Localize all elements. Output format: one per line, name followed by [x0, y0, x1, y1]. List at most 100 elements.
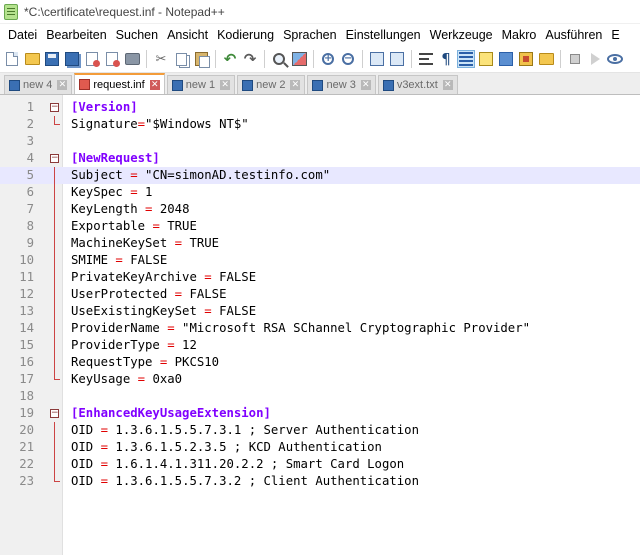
code-line[interactable]: 9 MachineKeySet = TRUE — [0, 235, 640, 252]
fold-line-marker — [54, 269, 55, 286]
sync-horizontal-icon[interactable] — [388, 50, 406, 68]
record-macro-icon[interactable] — [566, 50, 584, 68]
fold-toggle-icon[interactable]: − — [50, 409, 59, 418]
tab-close-icon[interactable]: ✕ — [442, 80, 453, 90]
tab-new-3[interactable]: new 3 ✕ — [307, 75, 376, 94]
code-line[interactable]: 4 − [NewRequest] — [0, 150, 640, 167]
menu-item-sprachen[interactable]: Sprachen — [279, 28, 342, 42]
window-title: *C:\certificate\request.inf - Notepad++ — [24, 4, 225, 19]
menu-item-kodierung[interactable]: Kodierung — [213, 28, 279, 42]
code-line[interactable]: 2 Signature="$Windows NT$" — [0, 116, 640, 133]
code-text: OID = 1.6.1.4.1.311.20.2.2 ; Smart Card … — [71, 456, 404, 473]
sync-vertical-icon[interactable] — [368, 50, 386, 68]
fold-line-marker — [54, 439, 55, 456]
menu-item-e[interactable]: E — [607, 28, 624, 42]
code-line[interactable]: 19 − [EnhancedKeyUsageExtension] — [0, 405, 640, 422]
paste-icon[interactable] — [192, 50, 210, 68]
unsaved-file-icon — [79, 79, 91, 90]
tab-label: new 3 — [326, 79, 356, 91]
code-line[interactable]: 18 — [0, 388, 640, 405]
code-line[interactable]: 22 OID = 1.6.1.4.1.311.20.2.2 ; Smart Car… — [0, 456, 640, 473]
code-text: UseExistingKeySet = FALSE — [71, 303, 256, 320]
setting-value: 12 — [174, 338, 197, 352]
tab-new-2[interactable]: new 2 ✕ — [237, 75, 306, 94]
code-line[interactable]: 20 OID = 1.3.6.1.5.5.7.3.1 ; Server Authe… — [0, 422, 640, 439]
code-line[interactable]: 21 OID = 1.3.6.1.5.2.3.5 ; KCD Authentica… — [0, 439, 640, 456]
menu-item-bearbeiten[interactable]: Bearbeiten — [42, 28, 111, 42]
new-file-icon[interactable] — [3, 50, 21, 68]
code-line[interactable]: 3 — [0, 133, 640, 150]
menu-item-werkzeuge[interactable]: Werkzeuge — [426, 28, 498, 42]
tab-close-icon[interactable]: ✕ — [290, 80, 301, 90]
redo-icon[interactable]: ↷ — [241, 50, 259, 68]
find-icon[interactable] — [270, 50, 288, 68]
show-all-characters-icon[interactable]: ¶ — [437, 50, 455, 68]
monitoring-icon[interactable] — [606, 50, 624, 68]
zoom-in-icon[interactable]: + — [319, 50, 337, 68]
copy-icon[interactable] — [172, 50, 190, 68]
code-text: KeyLength = 2048 — [71, 201, 189, 218]
menu-item-makro[interactable]: Makro — [498, 28, 542, 42]
undo-icon[interactable]: ↶ — [221, 50, 239, 68]
tab-close-icon[interactable]: ✕ — [220, 80, 231, 90]
zoom-out-icon[interactable]: − — [339, 50, 357, 68]
code-line[interactable]: 1 − [Version] — [0, 99, 640, 116]
print-icon[interactable] — [123, 50, 141, 68]
open-folder-icon[interactable] — [23, 50, 41, 68]
menu-item-einstellungen[interactable]: Einstellungen — [342, 28, 426, 42]
play-macro-icon[interactable] — [586, 50, 604, 68]
code-line[interactable]: 13 UseExistingKeySet = FALSE — [0, 303, 640, 320]
tab-new-4[interactable]: new 4 ✕ — [4, 75, 73, 94]
setting-key: OID — [71, 457, 101, 471]
save-icon[interactable] — [43, 50, 61, 68]
word-wrap-icon[interactable] — [417, 50, 435, 68]
code-line[interactable]: 14 ProviderName = "Microsoft RSA SChannel… — [0, 320, 640, 337]
assign-operator: = — [115, 253, 123, 267]
code-line[interactable]: 15 ProviderType = 12 — [0, 337, 640, 354]
assign-operator: = — [152, 219, 160, 233]
code-line[interactable]: 6 KeySpec = 1 — [0, 184, 640, 201]
line-number: 7 — [26, 202, 34, 216]
cut-icon[interactable]: ✂ — [152, 50, 170, 68]
code-line[interactable]: 7 KeyLength = 2048 — [0, 201, 640, 218]
code-line[interactable]: 11 PrivateKeyArchive = FALSE — [0, 269, 640, 286]
menu-item-ausführen[interactable]: Ausführen — [541, 28, 607, 42]
menu-item-datei[interactable]: Datei — [4, 28, 42, 42]
function-list-icon[interactable] — [517, 50, 535, 68]
menu-item-ansicht[interactable]: Ansicht — [163, 28, 213, 42]
tab-new-1[interactable]: new 1 ✕ — [166, 75, 236, 94]
user-defined-language-icon[interactable] — [477, 50, 495, 68]
tab-close-icon[interactable]: ✕ — [57, 80, 68, 90]
setting-key: MachineKeySet — [71, 236, 175, 250]
code-line[interactable]: 5 Subject = "CN=simonAD.testinfo.com" — [0, 167, 640, 184]
indent-guide-icon[interactable] — [457, 50, 475, 68]
assign-operator: = — [174, 287, 183, 301]
code-line[interactable]: 16 RequestType = PKCS10 — [0, 354, 640, 371]
save-all-icon[interactable] — [63, 50, 81, 68]
code-line[interactable]: 17 KeyUsage = 0xa0 — [0, 371, 640, 388]
code-line[interactable]: 8 Exportable = TRUE — [0, 218, 640, 235]
setting-value: 1 — [137, 185, 153, 199]
menu-item-suchen[interactable]: Suchen — [112, 28, 163, 42]
fold-toggle-icon[interactable]: − — [50, 103, 59, 112]
code-line[interactable]: 23 OID = 1.3.6.1.5.5.7.3.2 ; Client Authe… — [0, 473, 640, 490]
line-number: 16 — [19, 355, 34, 369]
editor-area[interactable]: 1− [Version] 2 Signature="$Windows NT$" 3 4−[… — [0, 95, 640, 555]
fold-line-marker — [54, 456, 55, 473]
tab-label: new 2 — [256, 79, 286, 91]
tab-close-icon[interactable]: ✕ — [360, 80, 371, 90]
close-icon[interactable] — [83, 50, 101, 68]
fold-line-marker — [54, 218, 55, 235]
tab-close-icon[interactable]: ✕ — [149, 79, 160, 90]
close-all-icon[interactable] — [103, 50, 121, 68]
replace-icon[interactable] — [290, 50, 308, 68]
tab-v3ext-txt[interactable]: v3ext.txt ✕ — [377, 75, 458, 94]
code-line[interactable]: 10 SMIME = FALSE — [0, 252, 640, 269]
fold-toggle-icon[interactable]: − — [50, 154, 59, 163]
folder-as-workspace-icon[interactable] — [537, 50, 555, 68]
tab-request-inf[interactable]: request.inf ✕ — [74, 73, 165, 94]
assign-operator: = — [137, 372, 146, 386]
code-line[interactable]: 12 UserProtected = FALSE — [0, 286, 640, 303]
section-header: [EnhancedKeyUsageExtension] — [71, 406, 271, 420]
doc-map-icon[interactable] — [497, 50, 515, 68]
